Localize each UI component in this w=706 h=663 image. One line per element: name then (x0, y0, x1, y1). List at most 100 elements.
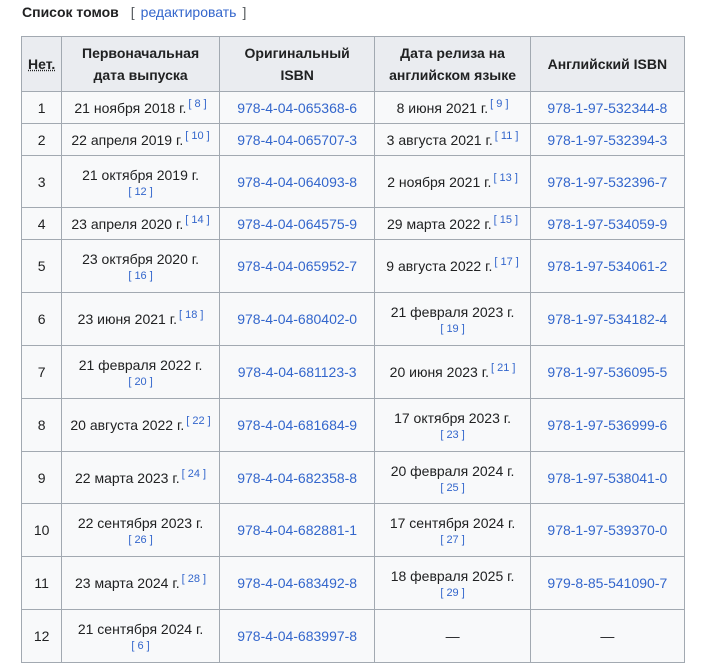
english-isbn-link[interactable]: 978-1-97-538041-0 (547, 470, 667, 486)
original-isbn-cell: 978-4-04-064093-8 (218, 155, 376, 208)
edit-link[interactable]: редактировать (135, 4, 243, 20)
original-isbn-cell: 978-4-04-682358-8 (218, 451, 376, 504)
reference-link[interactable]: [ 15 ] (494, 214, 518, 226)
english-date-cell: — (374, 609, 531, 663)
reference-link[interactable]: [ 26 ] (66, 533, 215, 547)
original-date-cell: 21 ноября 2018 г.[ 8 ] (61, 91, 220, 124)
table-row: 10 22 сентября 2023 г. [ 26 ] 978-4-04-6828… (20, 503, 686, 557)
original-date-cell: 21 февраля 2022 г. [ 20 ] (61, 345, 220, 399)
table-row: 2 22 апреля 2019 г.[ 10 ] 978-4-04-065707-… (20, 123, 686, 156)
reference-link[interactable]: [ 11 ] (495, 130, 519, 142)
reference-link[interactable]: [ 20 ] (66, 375, 215, 389)
column-header-original-date: Первоначальная дата выпуска (61, 36, 220, 92)
english-isbn-link[interactable]: 978-1-97-534182-4 (547, 311, 667, 327)
reference-link[interactable]: [ 8 ] (188, 98, 206, 110)
original-isbn-link[interactable]: 978-4-04-680402-0 (237, 311, 357, 327)
english-isbn-link[interactable]: 978-1-97-532394-3 (547, 132, 667, 148)
english-date-cell: 18 февраля 2025 г. [ 29 ] (374, 556, 531, 610)
reference-link[interactable]: [ 25 ] (379, 481, 525, 495)
reference-link[interactable]: [ 24 ] (182, 468, 206, 480)
reference-link[interactable]: [ 12 ] (66, 185, 215, 199)
reference-link[interactable]: [ 6 ] (66, 639, 215, 653)
edit-section: [редактировать] (131, 4, 247, 20)
table-row: 4 23 апреля 2020 г.[ 14 ] 978-4-04-064575-… (20, 207, 686, 240)
reference-link[interactable]: [ 27 ] (379, 533, 525, 547)
original-date-cell: 22 сентября 2023 г. [ 26 ] (61, 503, 220, 557)
english-date-text: 8 июня 2021 г. (396, 99, 489, 116)
original-isbn-link[interactable]: 978-4-04-683492-8 (237, 575, 357, 591)
original-isbn-link[interactable]: 978-4-04-681684-9 (237, 417, 357, 433)
section-heading: Список томов [редактировать] (22, 2, 246, 22)
column-header-number[interactable]: Нет. (20, 36, 63, 92)
english-isbn-link[interactable]: 979-8-85-541090-7 (547, 575, 667, 591)
english-date-text: 29 марта 2022 г. (387, 215, 492, 232)
original-isbn-cell: 978-4-04-065707-3 (218, 123, 376, 156)
english-date-text: 17 октября 2023 г. (394, 410, 512, 426)
original-isbn-cell: 978-4-04-681123-3 (218, 345, 376, 399)
reference-link[interactable]: [ 18 ] (179, 309, 203, 321)
english-isbn-link[interactable]: 978-1-97-534059-9 (547, 216, 667, 232)
reference-link[interactable]: [ 19 ] (379, 322, 525, 336)
english-isbn-link[interactable]: 978-1-97-532396-7 (547, 174, 667, 190)
english-date-text: 18 февраля 2025 г. (390, 568, 515, 584)
table-row: 1 21 ноября 2018 г.[ 8 ] 978-4-04-065368-6… (20, 91, 686, 124)
table-row: 12 21 сентября 2024 г. [ 6 ] 978-4-04-68399… (20, 609, 686, 663)
original-date-text: 22 сентября 2023 г. (77, 515, 204, 531)
volume-number: 2 (20, 123, 63, 156)
volume-number: 12 (20, 609, 63, 663)
edit-bracket-close: ] (242, 4, 247, 20)
english-isbn-cell: 979-8-85-541090-7 (529, 556, 686, 610)
original-isbn-link[interactable]: 978-4-04-682881-1 (237, 522, 357, 538)
original-date-cell: 22 марта 2023 г.[ 24 ] (61, 451, 220, 504)
reference-link[interactable]: [ 16 ] (66, 269, 215, 283)
reference-link[interactable]: [ 17 ] (494, 256, 518, 268)
original-isbn-link[interactable]: 978-4-04-064093-8 (237, 174, 357, 190)
reference-link[interactable]: [ 14 ] (185, 214, 209, 226)
volume-number: 9 (20, 451, 63, 504)
english-date-cell: 17 сентября 2024 г. [ 27 ] (374, 503, 531, 557)
english-isbn-link[interactable]: 978-1-97-532344-8 (547, 100, 667, 116)
original-isbn-link[interactable]: 978-4-04-681123-3 (238, 364, 357, 380)
original-isbn-cell: 978-4-04-681684-9 (218, 398, 376, 452)
volume-number: 8 (20, 398, 63, 452)
english-date-cell: 2 ноября 2021 г.[ 13 ] (374, 155, 531, 208)
volume-number: 10 (20, 503, 63, 557)
volume-number: 6 (20, 292, 63, 346)
original-isbn-link[interactable]: 978-4-04-682358-8 (237, 470, 357, 486)
english-date-text: — (445, 628, 460, 644)
reference-link[interactable]: [ 13 ] (493, 172, 517, 184)
original-isbn-link[interactable]: 978-4-04-065707-3 (237, 132, 357, 148)
original-date-cell: 23 октября 2020 г. [ 16 ] (61, 239, 220, 293)
original-date-text: 21 ноября 2018 г. (74, 99, 187, 116)
section-title: Список томов (22, 4, 119, 20)
english-isbn-link[interactable]: 978-1-97-534061-2 (547, 258, 667, 274)
original-date-text: 23 апреля 2020 г. (71, 215, 184, 232)
table-row: 7 21 февраля 2022 г. [ 20 ] 978-4-04-681123… (20, 345, 686, 399)
original-isbn-link[interactable]: 978-4-04-065952-7 (237, 258, 357, 274)
table-row: 11 23 марта 2024 г.[ 28 ] 978-4-04-683492-… (20, 556, 686, 610)
original-date-text: 21 октября 2019 г. (82, 166, 200, 183)
original-date-cell: 23 апреля 2020 г.[ 14 ] (61, 207, 220, 240)
original-date-text: 23 июня 2021 г. (77, 311, 177, 327)
original-date-cell: 22 апреля 2019 г.[ 10 ] (61, 123, 220, 156)
original-date-cell: 20 августа 2022 г.[ 22 ] (61, 398, 220, 452)
reference-link[interactable]: [ 28 ] (182, 573, 206, 585)
english-isbn-cell: 978-1-97-538041-0 (529, 451, 686, 504)
english-date-text: 21 февраля 2023 г. (390, 304, 515, 320)
reference-link[interactable]: [ 10 ] (185, 130, 209, 142)
reference-link[interactable]: [ 29 ] (379, 586, 525, 600)
original-isbn-link[interactable]: 978-4-04-064575-9 (237, 216, 357, 232)
english-date-text: 2 ноября 2021 г. (387, 173, 492, 190)
reference-link[interactable]: [ 23 ] (379, 428, 525, 442)
english-date-text: 3 августа 2021 г. (386, 131, 493, 148)
original-isbn-link[interactable]: 978-4-04-065368-6 (237, 100, 357, 116)
english-isbn-link[interactable]: 978-1-97-539370-0 (547, 522, 667, 538)
reference-link[interactable]: [ 21 ] (491, 362, 515, 374)
english-isbn-link[interactable]: 978-1-97-536999-6 (547, 417, 667, 433)
english-isbn-link[interactable]: 978-1-97-536095-5 (547, 364, 667, 380)
reference-link[interactable]: [ 22 ] (186, 415, 210, 427)
original-isbn-link[interactable]: 978-4-04-683997-8 (237, 628, 357, 644)
english-date-cell: 20 февраля 2024 г. [ 25 ] (374, 451, 531, 504)
reference-link[interactable]: [ 9 ] (490, 98, 508, 110)
english-isbn-cell: 978-1-97-534059-9 (529, 207, 686, 240)
